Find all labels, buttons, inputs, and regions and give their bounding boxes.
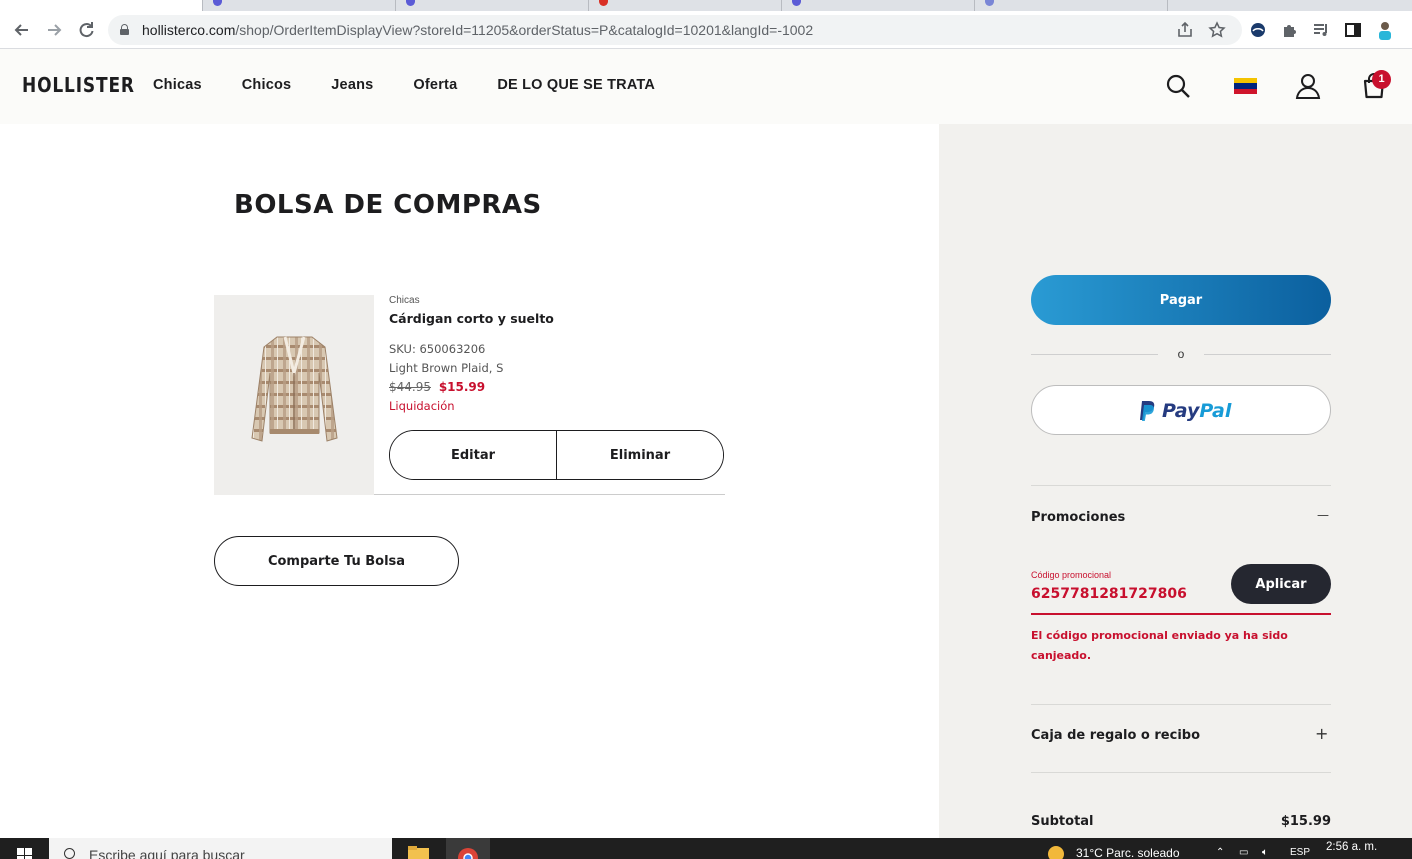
paypal-word-pay: Pay [1162, 400, 1200, 422]
item-category: Chicas [389, 295, 420, 306]
cart-item-details: Chicas Cárdigan corto y suelto SKU: 6500… [389, 295, 725, 413]
promo-code-input[interactable] [1031, 583, 1216, 605]
promo-code-label: Código promocional [1031, 570, 1112, 580]
browser-tab[interactable] [1168, 0, 1412, 11]
url-host: hollisterco.com [142, 22, 236, 38]
share-bag-button[interactable]: Comparte Tu Bolsa [214, 536, 459, 586]
browser-tab[interactable] [396, 0, 589, 11]
lock-icon[interactable] [120, 24, 129, 35]
subtotal-value: $15.99 [1280, 814, 1331, 829]
profile-icon[interactable] [1375, 20, 1395, 40]
taskbar-search[interactable]: Escribe aquí para buscar [49, 838, 392, 859]
windows-start-icon[interactable] [17, 848, 32, 859]
back-icon[interactable] [11, 19, 33, 41]
expand-plus-icon[interactable]: + [1315, 724, 1328, 743]
address-bar[interactable]: hollisterco.com/shop/OrderItemDisplayVie… [108, 15, 1242, 45]
media-icon[interactable] [1311, 20, 1331, 40]
url-text: hollisterco.com/shop/OrderItemDisplayVie… [142, 15, 813, 45]
item-variant: Light Brown Plaid, S [389, 361, 504, 375]
forward-icon[interactable] [43, 19, 65, 41]
gift-box-title[interactable]: Caja de regalo o recibo [1031, 728, 1200, 743]
item-sale-label: Liquidación [389, 399, 455, 413]
tab-favicon-icon [985, 0, 994, 6]
browser-toolbar: hollisterco.com/shop/OrderItemDisplayVie… [0, 11, 1412, 49]
weather-text: 31°C Parc. soleado [1076, 846, 1180, 859]
paypal-button[interactable]: PayPal [1031, 385, 1331, 435]
site-header: HOLLISTER Chicas Chicos Jeans Oferta DE … [0, 49, 1412, 124]
tab-favicon-icon [599, 0, 608, 6]
or-divider: o [1031, 346, 1331, 362]
or-line-right [1204, 354, 1331, 355]
item-prices: $44.95 $15.99 [389, 380, 725, 394]
flag-stripe-red [1234, 88, 1257, 94]
section-divider [1031, 704, 1331, 705]
taskbar-search-icon [64, 848, 75, 859]
section-divider [1031, 772, 1331, 773]
reload-icon[interactable] [75, 19, 97, 41]
extension-icon[interactable] [1248, 20, 1268, 40]
search-icon[interactable] [1163, 71, 1193, 101]
product-image[interactable] [214, 295, 374, 495]
tab-favicon-icon [406, 0, 415, 6]
share-icon[interactable] [1175, 20, 1195, 40]
country-flag-icon[interactable] [1234, 78, 1257, 94]
nav-link-chicas[interactable]: Chicas [153, 77, 202, 93]
taskbar-weather[interactable]: 31°C Parc. soleado [1048, 846, 1180, 859]
tab-favicon-icon [792, 0, 801, 6]
nav-link-about[interactable]: DE LO QUE SE TRATA [497, 77, 655, 93]
url-path: /shop/OrderItemDisplayView?storeId=11205… [235, 22, 814, 38]
file-explorer-icon[interactable] [396, 838, 440, 859]
browser-tab[interactable] [782, 0, 975, 11]
browser-tab[interactable] [203, 0, 396, 11]
item-price: $15.99 [438, 380, 486, 394]
taskbar-search-placeholder: Escribe aquí para buscar [89, 847, 245, 859]
paypal-wordmark: PayPal [1162, 400, 1231, 422]
browser-tab-active[interactable] [0, 0, 203, 11]
section-divider [1031, 485, 1331, 486]
nav-link-chicos[interactable]: Chicos [242, 77, 292, 93]
item-name[interactable]: Cárdigan corto y suelto [389, 311, 725, 326]
paypal-word-pal: Pal [1199, 400, 1232, 422]
browser-tabstrip [0, 0, 1412, 11]
paypal-icon [1140, 401, 1155, 421]
order-summary-panel: Pagar o PayPal Promociones — Código prom… [939, 124, 1412, 838]
item-actions: Editar Eliminar [389, 430, 724, 480]
puzzle-icon[interactable] [1280, 20, 1300, 40]
promo-error-message: El código promocional enviado ya ha sido… [1031, 629, 1288, 662]
os-taskbar: Escribe aquí para buscar 31°C Parc. sole… [0, 838, 1412, 859]
weather-sun-icon [1048, 846, 1064, 859]
cardigan-image [251, 336, 338, 442]
volume-icon[interactable]: 🔈︎ [1262, 847, 1268, 858]
subtotal-label: Subtotal [1031, 814, 1094, 829]
tray-chevron-icon[interactable]: ⌃ [1216, 847, 1224, 858]
site-logo[interactable]: HOLLISTER [22, 73, 135, 97]
item-old-price: $44.95 [389, 380, 431, 394]
nav-link-jeans[interactable]: Jeans [331, 77, 373, 93]
checkout-button[interactable]: Pagar [1031, 275, 1331, 325]
main-nav: Chicas Chicos Jeans Oferta DE LO QUE SE … [153, 77, 695, 93]
star-icon[interactable] [1207, 20, 1227, 40]
sidepanel-icon[interactable] [1343, 20, 1363, 40]
taskbar-clock[interactable]: 2:56 a. m. [1326, 841, 1377, 853]
remove-button[interactable]: Eliminar [556, 431, 723, 479]
subtotal-row: Subtotal $15.99 [1031, 814, 1331, 829]
paypal-logo: PayPal [1138, 399, 1231, 423]
language-indicator[interactable]: ESP [1290, 847, 1310, 858]
account-icon[interactable] [1293, 71, 1323, 101]
edit-button[interactable]: Editar [390, 431, 556, 479]
nav-link-oferta[interactable]: Oferta [413, 77, 457, 93]
chrome-taskbar-icon[interactable] [446, 838, 490, 859]
promotions-title[interactable]: Promociones [1031, 510, 1125, 525]
tab-favicon-icon [213, 0, 222, 6]
network-icon[interactable]: ▭ [1239, 847, 1248, 858]
apply-promo-button[interactable]: Aplicar [1231, 564, 1331, 604]
item-sku: SKU: 650063206 [389, 342, 486, 356]
bag-count-badge: 1 [1372, 70, 1391, 89]
browser-tab[interactable] [589, 0, 782, 11]
browser-tab[interactable] [975, 0, 1168, 11]
collapse-minus-icon[interactable]: — [1317, 508, 1329, 522]
page-title: BOLSA DE COMPRAS [234, 190, 542, 220]
item-divider [374, 494, 725, 495]
